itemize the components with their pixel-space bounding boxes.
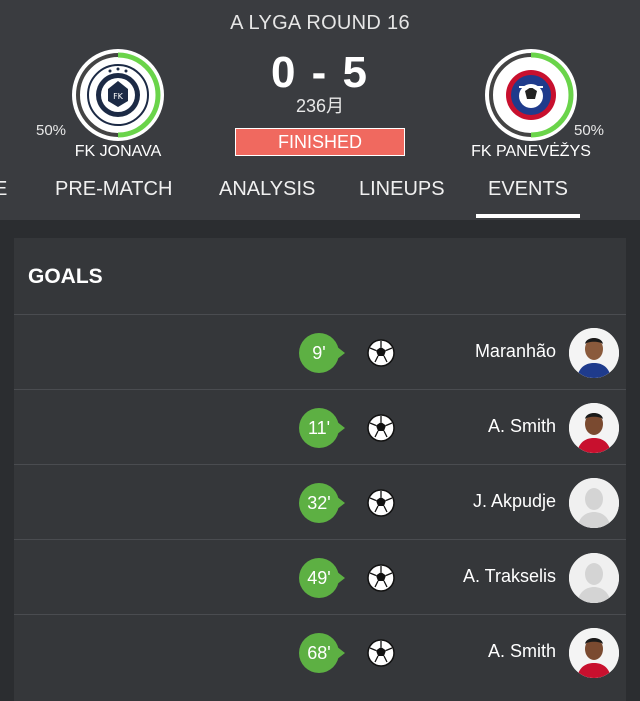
home-team-name[interactable]: FK JONAVA [48, 143, 188, 161]
round-title: A LYGA ROUND 16 [230, 12, 410, 34]
tab-analysis[interactable]: ANALYSIS [219, 178, 315, 218]
match-status-badge: FINISHED [235, 128, 405, 156]
goal-row[interactable]: 11' A. Smith [14, 389, 626, 464]
player-photo-avatar[interactable] [569, 628, 619, 678]
goal-minute-pointer [336, 646, 345, 660]
soccer-ball-icon [367, 639, 395, 667]
away-possession-ring [489, 52, 574, 138]
home-possession: 50% [36, 122, 67, 139]
goal-scorer-name[interactable]: A. Smith [488, 416, 556, 437]
goal-minute-pointer [336, 571, 345, 585]
goal-scorer-name[interactable]: Maranhão [475, 341, 556, 362]
soccer-ball-icon [367, 339, 395, 367]
goal-minute-badge: 11' [299, 408, 339, 448]
goal-minute-badge: 68' [299, 633, 339, 673]
home-team-logo[interactable]: FK [72, 49, 164, 141]
goals-section-title: GOALS [28, 265, 103, 288]
svg-text:FK: FK [113, 92, 124, 101]
home-possession-ring: FK [76, 52, 161, 138]
player-photo-avatar[interactable] [569, 328, 619, 378]
match-header: A LYGA ROUND 16 FK 50% FK JONAVA 0 - 5 2… [0, 0, 640, 220]
goal-minute-badge: 49' [299, 558, 339, 598]
goal-row[interactable]: 68' A. Smith [14, 614, 626, 689]
tab-partial[interactable]: E [0, 178, 7, 218]
soccer-ball-icon [367, 564, 395, 592]
player-photo-avatar[interactable] [569, 403, 619, 453]
match-score: 0 - 5 [270, 48, 370, 97]
soccer-ball-icon [367, 489, 395, 517]
away-possession: 50% [574, 122, 605, 139]
goal-scorer-name[interactable]: J. Akpudje [473, 491, 556, 512]
tab-lineups[interactable]: LINEUPS [359, 178, 445, 218]
soccer-ball-icon [367, 414, 395, 442]
player-placeholder-avatar[interactable] [569, 478, 619, 528]
match-time: 236月 [295, 96, 345, 116]
goal-minute-pointer [336, 346, 345, 360]
goal-scorer-name[interactable]: A. Smith [488, 641, 556, 662]
goal-row[interactable]: 32' J. Akpudje [14, 464, 626, 539]
goals-section-header: GOALS [14, 238, 626, 314]
away-team-logo[interactable] [485, 49, 577, 141]
goal-row[interactable]: 9' Maranhão [14, 314, 626, 389]
goal-minute-pointer [336, 496, 345, 510]
active-tab-indicator [476, 214, 580, 218]
goal-row[interactable]: 49' A. Trakselis [14, 539, 626, 614]
player-placeholder-avatar[interactable] [569, 553, 619, 603]
goal-minute-pointer [336, 421, 345, 435]
goal-minute-badge: 9' [299, 333, 339, 373]
goal-minute-badge: 32' [299, 483, 339, 523]
goal-scorer-name[interactable]: A. Trakselis [463, 566, 556, 587]
tab-events[interactable]: EVENTS [476, 178, 580, 218]
tab-pre-match[interactable]: PRE-MATCH [55, 178, 172, 218]
away-team-name[interactable]: FK PANEVĖŽYS [461, 143, 601, 161]
